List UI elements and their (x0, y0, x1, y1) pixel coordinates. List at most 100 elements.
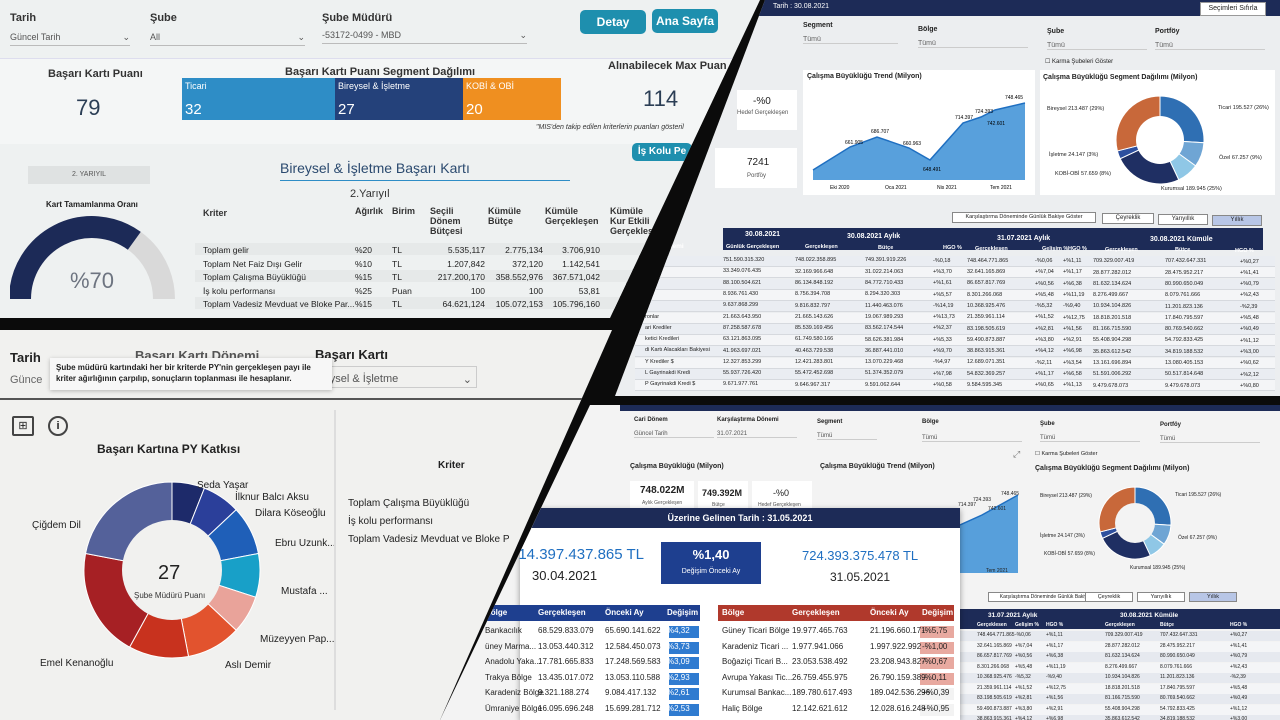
table-cell: 53,81 (578, 285, 600, 296)
segment-kobi-value: 20 (466, 101, 483, 118)
table-cell: 9.084.417.132 (605, 688, 657, 697)
filter-label: Bölge (922, 419, 939, 425)
filter-sube[interactable]: All ⌄ (150, 32, 305, 46)
filter-bolge[interactable]: Tümü (918, 40, 1028, 48)
col-kur-etkili: Kümüle Kur Etkili Gerçekleşe (610, 206, 659, 236)
column-header: Gerçeklesen (977, 622, 1007, 628)
table-cell: 3.706,910 (562, 245, 600, 255)
table-cell: 28.475.952.217 (1160, 642, 1195, 649)
is-kolu-button[interactable]: İş Kolu Pe (632, 143, 692, 161)
filter-label-sube: Şube (1047, 28, 1065, 35)
filter-segment[interactable]: Tümü (803, 36, 898, 44)
closed-branches-toggle[interactable]: ☐ Karma Şubeleri Göster (1035, 451, 1097, 457)
table-cell: +%4,12 (1015, 716, 1033, 720)
ana-sayfa-button[interactable]: Ana Sayfa (652, 9, 718, 33)
col-secili-butce: Seçili Dönem Bütçesi (430, 206, 463, 236)
table-cell: İş kolu performansı (203, 285, 276, 296)
table-cell: 32.169.966.648 (795, 268, 834, 275)
table-cell: 86.657.817.769 (977, 653, 1012, 659)
footnote: "MIS'den takip edilen kriterlerin puanla… (536, 124, 684, 131)
compare-daily-button[interactable]: Karşılaştırma Döneminde Günlük Bakiye Gö… (952, 212, 1096, 223)
filter-segment[interactable]: Tümü (817, 433, 877, 440)
filter-sube-muduru[interactable]: -53172-0499 - MBD ⌄ (322, 30, 527, 44)
chevron-down-icon: ⌄ (297, 32, 305, 42)
donut-hole (1136, 116, 1184, 164)
criteria-item-2: İş kolu performansı (348, 516, 434, 527)
period-quarterly-button[interactable]: Çeyreklik (1102, 213, 1154, 224)
table-cell: %10 (355, 258, 373, 269)
table-cell: 80.769.540.662 (1160, 695, 1195, 701)
table-cell: 17.781.665.833 (538, 657, 594, 666)
table-cell: 12.327.853.299 (723, 358, 762, 365)
card-select[interactable]: reysel & İşletme ⌄ (315, 366, 477, 388)
segment-donut (1115, 95, 1205, 185)
popup-left-date: 30.04.2021 (532, 568, 598, 583)
filter-bolge[interactable]: Tümü (922, 435, 1022, 442)
popup-right-value: 724.393.375.478 TL (802, 548, 919, 563)
table-cell: +%3,80 (1035, 337, 1054, 343)
trend-title: Çalışma Büyüklüğü Trend (Milyon) (820, 463, 935, 470)
table-cell: 2.775,134 (505, 245, 543, 255)
column-header: HGO % (943, 245, 962, 252)
pie-label: Kurumsal 189.945 (25%) (1161, 186, 1222, 192)
expand-icon[interactable]: ⤢ (1013, 449, 1020, 460)
info-icon[interactable]: i (48, 416, 68, 436)
table-cell: 1.142,541 (562, 258, 600, 269)
vertical-divider (334, 410, 336, 710)
table-cell: 8.079.761.666 (1160, 663, 1192, 670)
table-cell: 17.248.569.583 (605, 657, 661, 666)
add-visual-icon[interactable]: ⊞ (12, 416, 34, 436)
header-tarih: Tarih (10, 350, 41, 365)
kpi2-label: Portföy (747, 173, 767, 179)
filter-sube[interactable]: Tümü (1040, 435, 1140, 442)
checkbox-icon: ☐ (1045, 59, 1053, 65)
period-yearly-button[interactable]: Yıllık (1212, 215, 1262, 226)
filter-cari-donem[interactable]: Güncel Tarih (634, 431, 714, 438)
period-quarterly-button[interactable]: Çeyreklik (1085, 592, 1133, 602)
period-yearly-button[interactable]: Yıllık (1189, 592, 1237, 602)
table-cell: +%4,12 (1035, 348, 1054, 355)
column-header: Önceki Ay (605, 608, 644, 617)
column-header: Gerçekleşen (538, 608, 586, 617)
filter-sube-value: All (150, 32, 161, 42)
segment-bireysel[interactable]: Bireysel & İşletme 27 (335, 78, 463, 120)
detay-button[interactable]: Detay (580, 10, 646, 34)
filter-tarih[interactable]: Güncel Tarih ⌄ (10, 32, 130, 46)
table-cell: 80.769.540.662 (1165, 326, 1204, 333)
date-select[interactable]: Günce (10, 374, 42, 386)
table-cell: 105.072,153 (495, 299, 543, 309)
segment-ticari[interactable]: Ticari 32 (182, 78, 335, 120)
year-tab[interactable]: 2. YARIYIL (28, 166, 150, 184)
trend-axis-label: Tem 2021 (986, 568, 1008, 574)
segment-kobi[interactable]: KOBİ & OBİ 20 (463, 78, 561, 120)
table-cell: +%6,38 (1063, 280, 1082, 287)
table-cell: 68.529.833.079 (538, 626, 594, 635)
filter-portfoy[interactable]: Tümü (1155, 42, 1265, 50)
gauge-value: %70 (70, 268, 115, 293)
table-cell: 17.840.795.597 (1160, 684, 1195, 691)
filter-karsilastirma[interactable]: 31.07.2021 (717, 431, 797, 438)
top-date: Tarih : 30.08.2021 (773, 3, 830, 10)
card-title: Bireysel & İşletme Başarı Kartı (280, 160, 470, 176)
filter-sube[interactable]: Tümü (1047, 42, 1147, 50)
table-cell: +%1,41 (1240, 269, 1259, 276)
hdr-group: 30.08.2021 Aylık (847, 233, 901, 240)
table-cell: 55.408.904.298 (1105, 705, 1140, 712)
table-cell: %20 (355, 245, 373, 255)
table-cell: 13.080.405.153 (1165, 360, 1204, 367)
table-cell: 9.584.595.345 (967, 382, 1003, 389)
table-cell: 54.832.369.257 (967, 370, 1006, 377)
table-cell: +%0,79 (1240, 281, 1259, 288)
table-cell: 13.053.440.312 (538, 641, 594, 651)
filter-portfoy[interactable]: Tümü (1160, 436, 1260, 443)
period-halfyear-button[interactable]: Yarıyıllık (1158, 214, 1208, 225)
table-cell: 8.276.499.667 (1105, 663, 1137, 670)
table-cell: ketici Kredileri (645, 336, 680, 343)
clear-selections-button[interactable]: Seçimleri Sıfırla (1200, 2, 1266, 16)
pie-label: Ticari 195.527 (26%) (1218, 105, 1269, 111)
column-header: Gerçekleşen (975, 245, 1008, 252)
hdr-first-col: ge Kalemi (653, 243, 684, 250)
closed-branches-toggle[interactable]: ☐ Karma Şubeleri Göster (1045, 58, 1113, 65)
popup-change-label: Değişim Önceki Ay (681, 568, 741, 575)
period-halfyear-button[interactable]: Yarıyıllık (1137, 592, 1185, 602)
